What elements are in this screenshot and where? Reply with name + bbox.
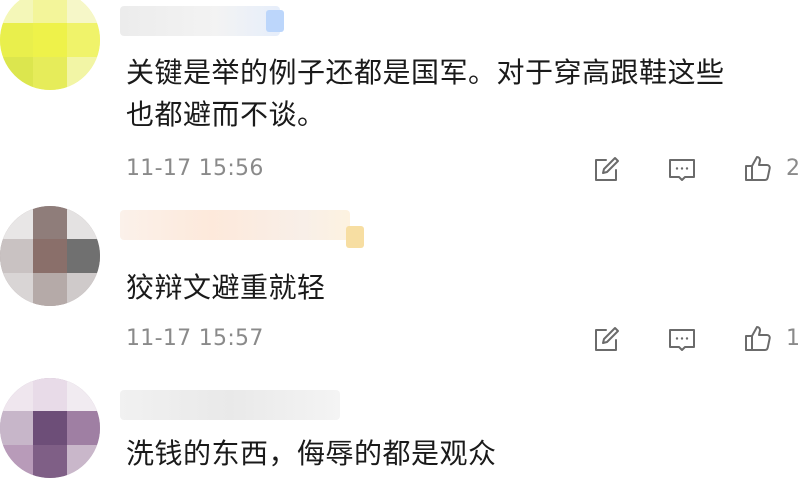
comment-item: 洗钱的东西，侮辱的都是观众 <box>0 370 800 478</box>
badge-icon <box>346 226 364 248</box>
comment-time: 11-17 15:57 <box>126 326 264 351</box>
comment-item: 狡辩文避重就轻 11-17 15:57 1 <box>0 200 800 370</box>
comment-icon[interactable] <box>666 324 698 356</box>
comment-text: 洗钱的东西，侮辱的都是观众 <box>126 437 497 470</box>
avatar[interactable] <box>0 206 100 306</box>
like-count: 2 <box>786 156 800 181</box>
avatar[interactable] <box>0 378 100 478</box>
comment-text: 关键是举的例子还都是国军。对于穿高跟鞋这些 也都避而不谈。 <box>126 56 725 131</box>
username-blurred[interactable] <box>120 210 350 240</box>
edit-icon[interactable] <box>590 324 622 356</box>
comment-item: 关键是举的例子还都是国军。对于穿高跟鞋这些 也都避而不谈。 11-17 15:5… <box>0 0 800 200</box>
username-blurred[interactable] <box>120 6 280 36</box>
comment-icon[interactable] <box>666 154 698 186</box>
comment-time: 11-17 15:56 <box>126 156 264 181</box>
like-count: 1 <box>786 326 800 351</box>
comment-text: 狡辩文避重就轻 <box>126 271 326 304</box>
avatar[interactable] <box>0 0 100 90</box>
username-blurred[interactable] <box>120 390 340 420</box>
thumbs-up-icon[interactable] <box>742 322 774 354</box>
edit-icon[interactable] <box>590 154 622 186</box>
badge-icon <box>266 10 284 32</box>
thumbs-up-icon[interactable] <box>742 152 774 184</box>
